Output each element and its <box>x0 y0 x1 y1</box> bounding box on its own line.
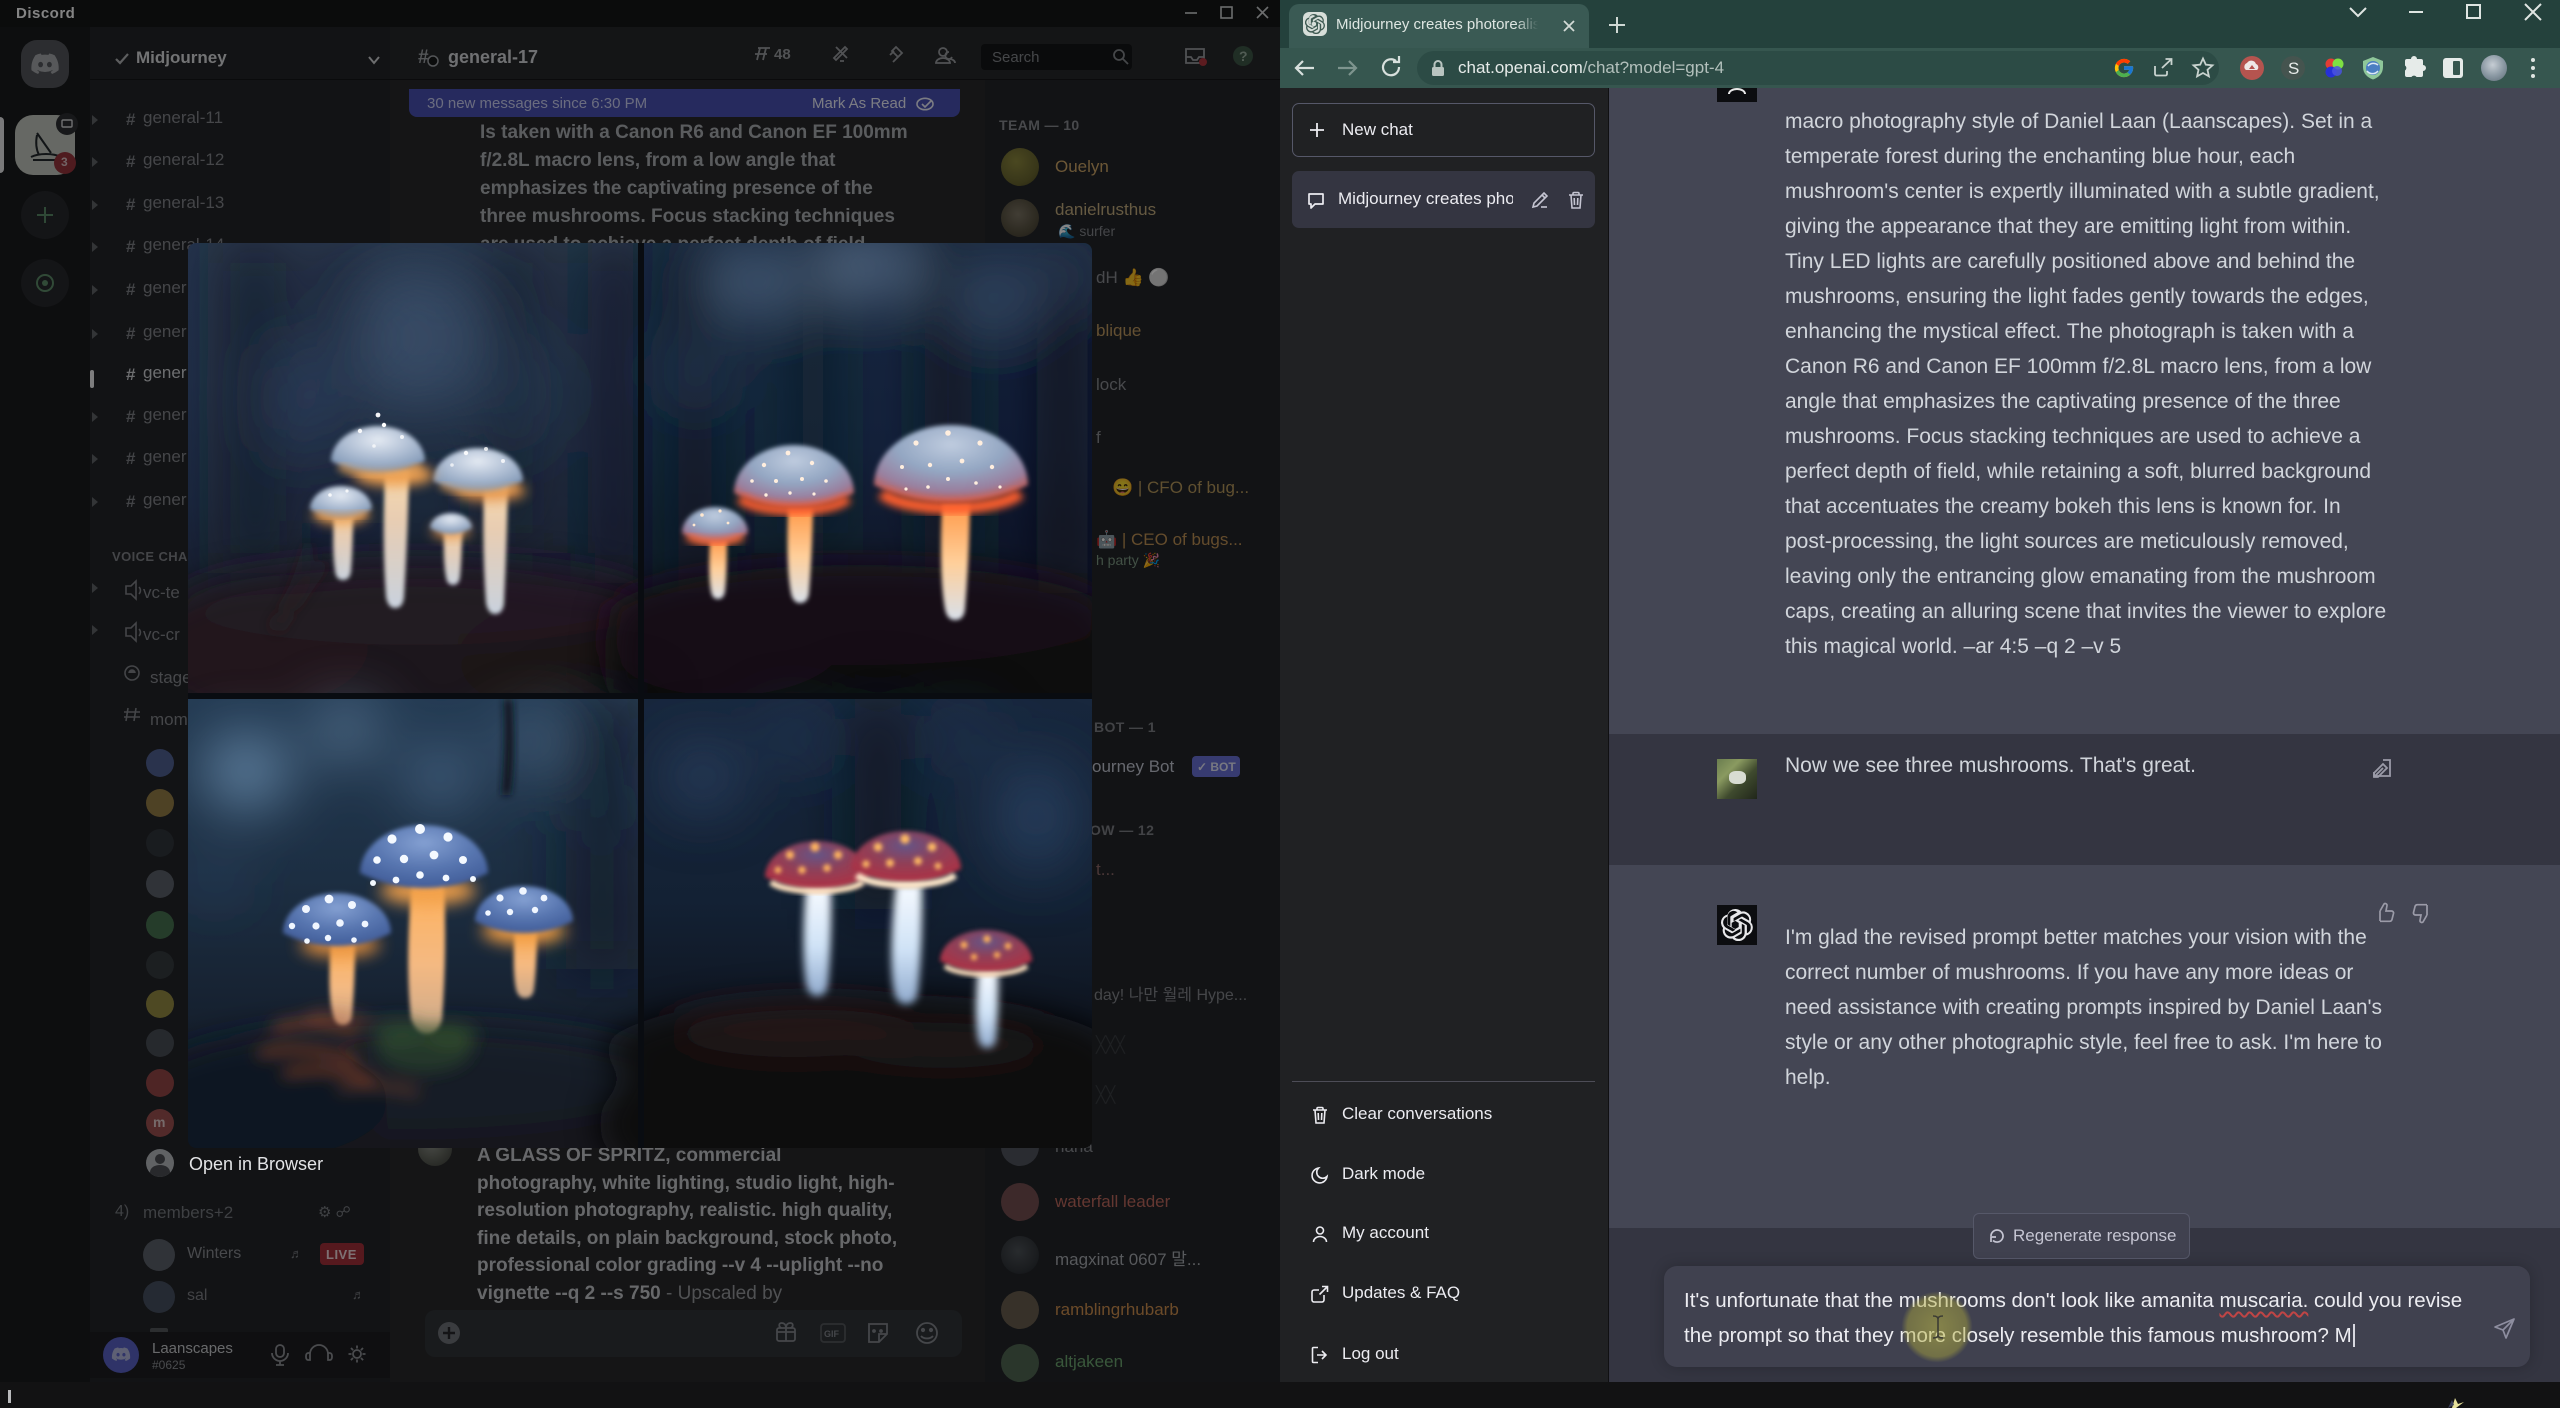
svg-text:#: # <box>126 449 136 468</box>
svg-text:#: # <box>126 152 136 171</box>
svg-text:#: # <box>126 110 136 129</box>
svg-text:S: S <box>2288 59 2299 78</box>
svg-text:#: # <box>418 47 429 68</box>
svg-text:?: ? <box>1239 48 1248 64</box>
svg-text:#: # <box>126 365 136 384</box>
svg-text:48: 48 <box>774 46 791 63</box>
svg-text:#: # <box>126 492 136 511</box>
svg-text:#: # <box>126 324 136 343</box>
svg-text:#: # <box>126 407 136 426</box>
svg-text:#: # <box>126 237 136 256</box>
svg-text:GIF: GIF <box>824 1329 840 1339</box>
svg-text:#: # <box>126 280 136 299</box>
svg-text:#: # <box>126 195 136 214</box>
